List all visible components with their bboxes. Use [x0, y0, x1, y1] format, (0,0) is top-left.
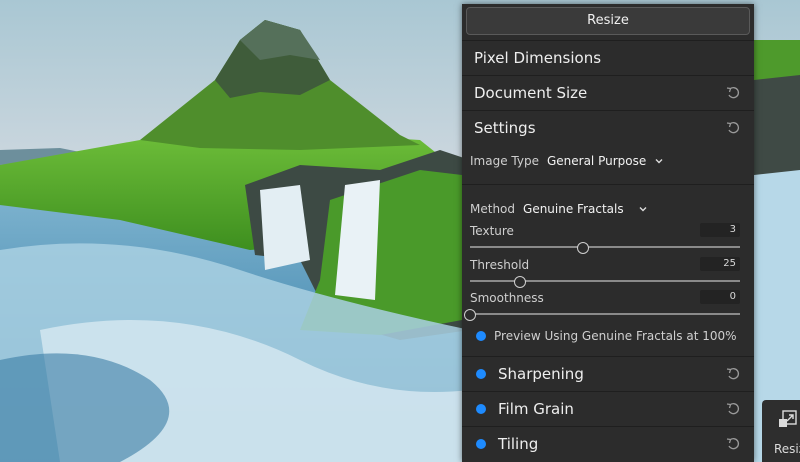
- settings-label: Settings: [474, 119, 536, 137]
- preview-checkbox-row[interactable]: Preview Using Genuine Fractals at 100%: [476, 329, 737, 343]
- tiling-toggle-dot[interactable]: [476, 439, 486, 449]
- reset-icon[interactable]: [726, 437, 740, 451]
- reset-icon[interactable]: [726, 367, 740, 381]
- reset-icon[interactable]: [726, 86, 740, 100]
- pixel-dimensions-label: Pixel Dimensions: [474, 49, 602, 67]
- threshold-value-field[interactable]: 25: [700, 257, 740, 271]
- film-grain-toggle-dot[interactable]: [476, 404, 486, 414]
- preview-toggle-dot[interactable]: [476, 331, 486, 341]
- preview-label: Preview Using Genuine Fractals at 100%: [494, 329, 737, 343]
- section-document-size[interactable]: Document Size: [462, 75, 754, 110]
- image-type-label: Image Type: [470, 154, 539, 168]
- resize-icon: [779, 410, 797, 427]
- method-row[interactable]: Method Genuine Fractals: [470, 202, 648, 216]
- section-sharpening[interactable]: Sharpening: [462, 356, 754, 391]
- texture-slider-thumb[interactable]: [577, 242, 590, 254]
- sharpening-label: Sharpening: [498, 365, 584, 383]
- smoothness-slider-thumb[interactable]: [464, 309, 476, 321]
- divider: [462, 184, 754, 185]
- image-type-dropdown[interactable]: General Purpose: [547, 154, 646, 168]
- resize-tool-button[interactable]: Resize: [762, 400, 800, 462]
- tiling-label: Tiling: [498, 435, 539, 453]
- sharpening-toggle-dot[interactable]: [476, 369, 486, 379]
- resize-panel: Resize Pixel Dimensions Document Size Se…: [462, 4, 754, 462]
- section-film-grain[interactable]: Film Grain: [462, 391, 754, 426]
- smoothness-value-field[interactable]: 0: [700, 290, 740, 304]
- smoothness-label: Smoothness: [470, 291, 544, 305]
- section-pixel-dimensions[interactable]: Pixel Dimensions: [462, 40, 754, 75]
- document-size-label: Document Size: [474, 84, 588, 102]
- resize-tool-label: Resize: [774, 442, 800, 456]
- texture-label: Texture: [470, 224, 514, 238]
- reset-icon[interactable]: [726, 121, 740, 135]
- smoothness-slider-track[interactable]: [464, 309, 740, 321]
- threshold-slider-track[interactable]: [470, 276, 740, 288]
- section-settings[interactable]: Settings: [462, 110, 754, 145]
- threshold-slider-thumb[interactable]: [513, 276, 526, 288]
- texture-value-field[interactable]: 3: [700, 223, 740, 237]
- threshold-label: Threshold: [470, 258, 530, 272]
- image-type-row[interactable]: Image Type General Purpose: [470, 154, 664, 168]
- section-tiling[interactable]: Tiling: [462, 426, 754, 461]
- film-grain-label: Film Grain: [498, 400, 574, 418]
- panel-title-resize-button[interactable]: Resize: [466, 7, 750, 35]
- method-label: Method: [470, 202, 516, 216]
- method-dropdown[interactable]: Genuine Fractals: [523, 202, 624, 216]
- reset-icon[interactable]: [726, 402, 740, 416]
- texture-slider-track[interactable]: [470, 242, 740, 254]
- chevron-down-icon[interactable]: [638, 204, 648, 214]
- chevron-down-icon[interactable]: [654, 156, 664, 166]
